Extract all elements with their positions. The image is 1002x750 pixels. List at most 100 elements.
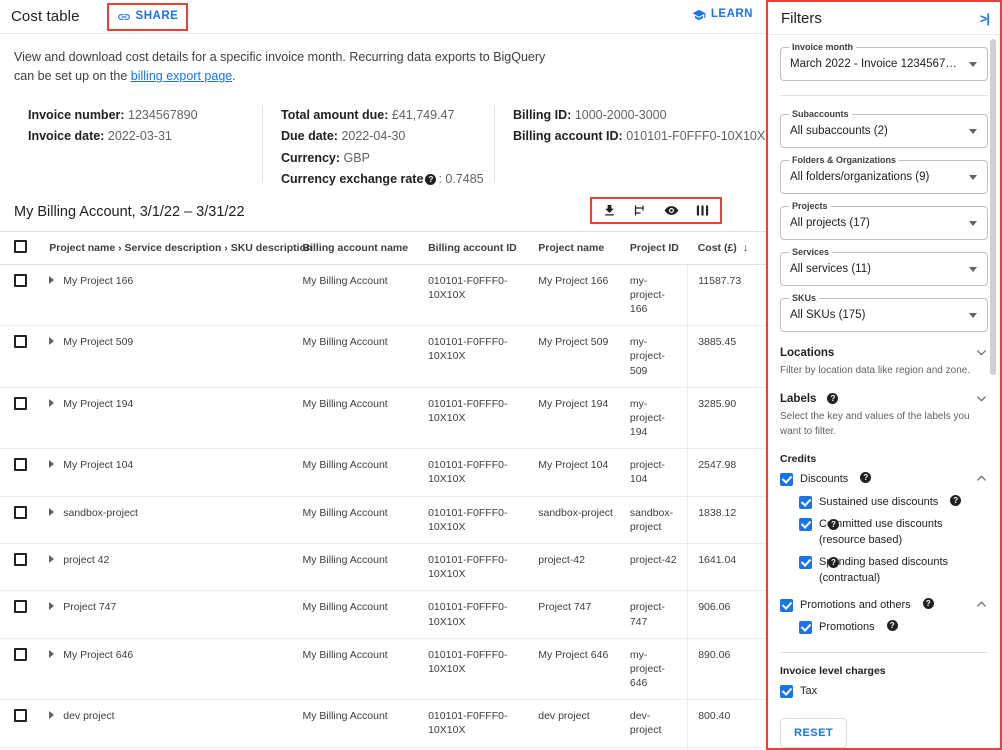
row-billing-account-name: My Billing Account [296,543,423,592]
tax-checkbox-row[interactable]: Tax [780,684,988,700]
currency-label: Currency: [281,150,341,165]
row-billing-account-name: My Billing Account [296,496,423,544]
labels-title: Labels [780,392,817,405]
intro-text-before: View and download cost details for a spe… [14,50,546,84]
help-icon[interactable]: ? [886,620,898,632]
group-by-icon[interactable] [633,203,648,218]
help-icon[interactable]: ? [425,174,437,186]
expand-row-icon[interactable] [49,602,55,611]
row-billing-account-name: My Billing Account [296,264,423,327]
row-description-cell: sandbox-project [43,496,297,544]
folders-organizations-select[interactable]: Folders & Organizations All folders/orga… [780,155,988,194]
row-checkbox[interactable] [14,647,27,661]
table-row[interactable]: My Project 509 My Billing Account 010101-F… [0,325,766,388]
column-header-project-id[interactable]: Project ID [623,230,688,265]
column-header-billing-account-id[interactable]: Billing account ID [422,230,533,265]
projects-label: Projects [789,201,831,211]
invoice-summary-col-3: Billing ID: 1000-2000-3000 Billing accou… [494,104,765,183]
committed-use-discounts-checkbox[interactable] [799,518,812,532]
row-checkbox[interactable] [14,335,27,349]
table-row[interactable]: Project 747 My Billing Account 010101-F0FF… [0,590,766,639]
table-row[interactable]: My Project 194 My Billing Account 010101-F… [0,387,766,450]
discounts-checkbox[interactable] [780,473,793,486]
row-cost: 3285.90 [687,387,766,450]
row-checkbox[interactable] [14,709,27,723]
column-header-billing-account-name[interactable]: Billing account name [296,230,423,265]
expand-row-icon[interactable] [49,649,55,658]
tax-checkbox[interactable] [780,684,793,698]
table-row[interactable]: My Project 646 My Billing Account 010101-F… [0,638,766,701]
promotions-checkbox[interactable] [799,621,812,635]
discounts-checkbox-row[interactable]: Discounts ? [780,472,988,488]
projects-select[interactable]: Projects All projects (17) [780,201,988,240]
row-description-cell: Project 747 [43,590,297,639]
row-checkbox[interactable] [14,552,27,566]
column-header-project-name[interactable]: Project name [532,230,624,265]
sustained-use-discounts-label: Sustained use discounts [819,495,939,508]
download-icon[interactable] [602,203,617,218]
committed-use-discounts-row[interactable]: Committed use discounts (resource based)… [799,517,988,548]
spending-based-discounts-checkbox[interactable] [799,556,812,570]
row-checkbox[interactable] [14,396,27,410]
subaccounts-select[interactable]: Subaccounts All subaccounts (2) [780,109,988,148]
expand-row-icon[interactable] [49,507,55,516]
labels-section-header[interactable]: Labels ? [780,392,988,405]
skus-select[interactable]: SKUs All SKUs (175) [780,293,988,332]
row-billing-account-name: My Billing Account [296,387,423,450]
link-icon [117,10,131,24]
tax-label: Tax [800,684,818,697]
billing-export-link[interactable]: billing export page [131,69,232,83]
learn-button[interactable]: LEARN [692,8,753,22]
billing-id-label: Billing ID: [513,107,572,122]
table-row[interactable]: My Project 166 My Billing Account 010101-F… [0,264,766,327]
filters-vertical-scrollbar-thumb[interactable] [990,39,996,375]
chevron-up-icon[interactable] [975,598,988,611]
spending-based-discounts-row[interactable]: Spending based discounts (contractual) ? [799,555,988,586]
row-checkbox[interactable] [14,505,27,519]
expand-row-icon[interactable] [49,275,55,284]
share-button[interactable]: SHARE [106,2,189,31]
filters-vertical-scrollbar[interactable] [990,37,998,748]
help-icon[interactable]: ? [922,597,934,609]
invoice-summary: Invoice number: 1234567890 Invoice date:… [0,104,766,186]
services-select[interactable]: Services All services (11) [780,247,988,286]
invoice-number-label: Invoice number: [28,107,125,122]
column-header-description[interactable]: Project name › Service description › SKU… [43,230,312,265]
row-cost: 1838.12 [687,496,766,544]
row-description: My Project 646 [63,648,134,661]
expand-row-icon[interactable] [49,398,55,407]
sustained-use-discounts-checkbox[interactable] [799,495,812,509]
row-project-name: dev project [532,699,624,748]
collapse-panel-icon[interactable]: >| [980,11,990,26]
table-row[interactable]: dev project My Billing Account 010101-F0FF… [0,699,766,748]
table-row[interactable]: sandbox-project My Billing Account 010101-… [0,496,766,544]
invoice-month-select[interactable]: Invoice month March 2022 - Invoice 12345… [780,42,988,81]
select-all-checkbox[interactable] [14,239,27,253]
help-icon[interactable]: ? [860,472,872,483]
expand-row-icon[interactable] [49,711,55,720]
row-cost: 1641.04 [687,543,766,592]
expand-row-icon[interactable] [49,337,55,346]
column-header-cost[interactable]: Cost (£) ↓ [687,230,766,265]
reset-button[interactable]: RESET [780,718,848,748]
folders-organizations-label: Folders & Organizations [789,155,900,165]
locations-section-header[interactable]: Locations [780,346,988,359]
expand-row-icon[interactable] [49,460,55,469]
table-row[interactable]: project 42 My Billing Account 010101-F0FFF… [0,543,766,592]
row-checkbox[interactable] [14,600,27,614]
help-icon[interactable]: ? [827,393,839,404]
visibility-icon[interactable] [664,203,679,218]
projects-value: All projects (17) [790,217,870,229]
help-icon[interactable]: ? [950,494,962,506]
cost-table-head: Project name › Service description › SKU… [0,230,766,265]
promotions-and-others-checkbox[interactable] [780,598,793,612]
sustained-use-discounts-row[interactable]: Sustained use discounts ? [799,494,988,511]
promotions-row[interactable]: Promotions ? [799,620,988,636]
expand-row-icon[interactable] [49,554,55,563]
columns-icon[interactable] [695,203,710,218]
promotions-and-others-row[interactable]: Promotions and others ? [780,597,988,614]
chevron-up-icon[interactable] [975,472,988,485]
row-checkbox[interactable] [14,458,27,472]
row-checkbox[interactable] [14,273,27,287]
table-row[interactable]: My Project 104 My Billing Account 010101-F… [0,448,766,497]
